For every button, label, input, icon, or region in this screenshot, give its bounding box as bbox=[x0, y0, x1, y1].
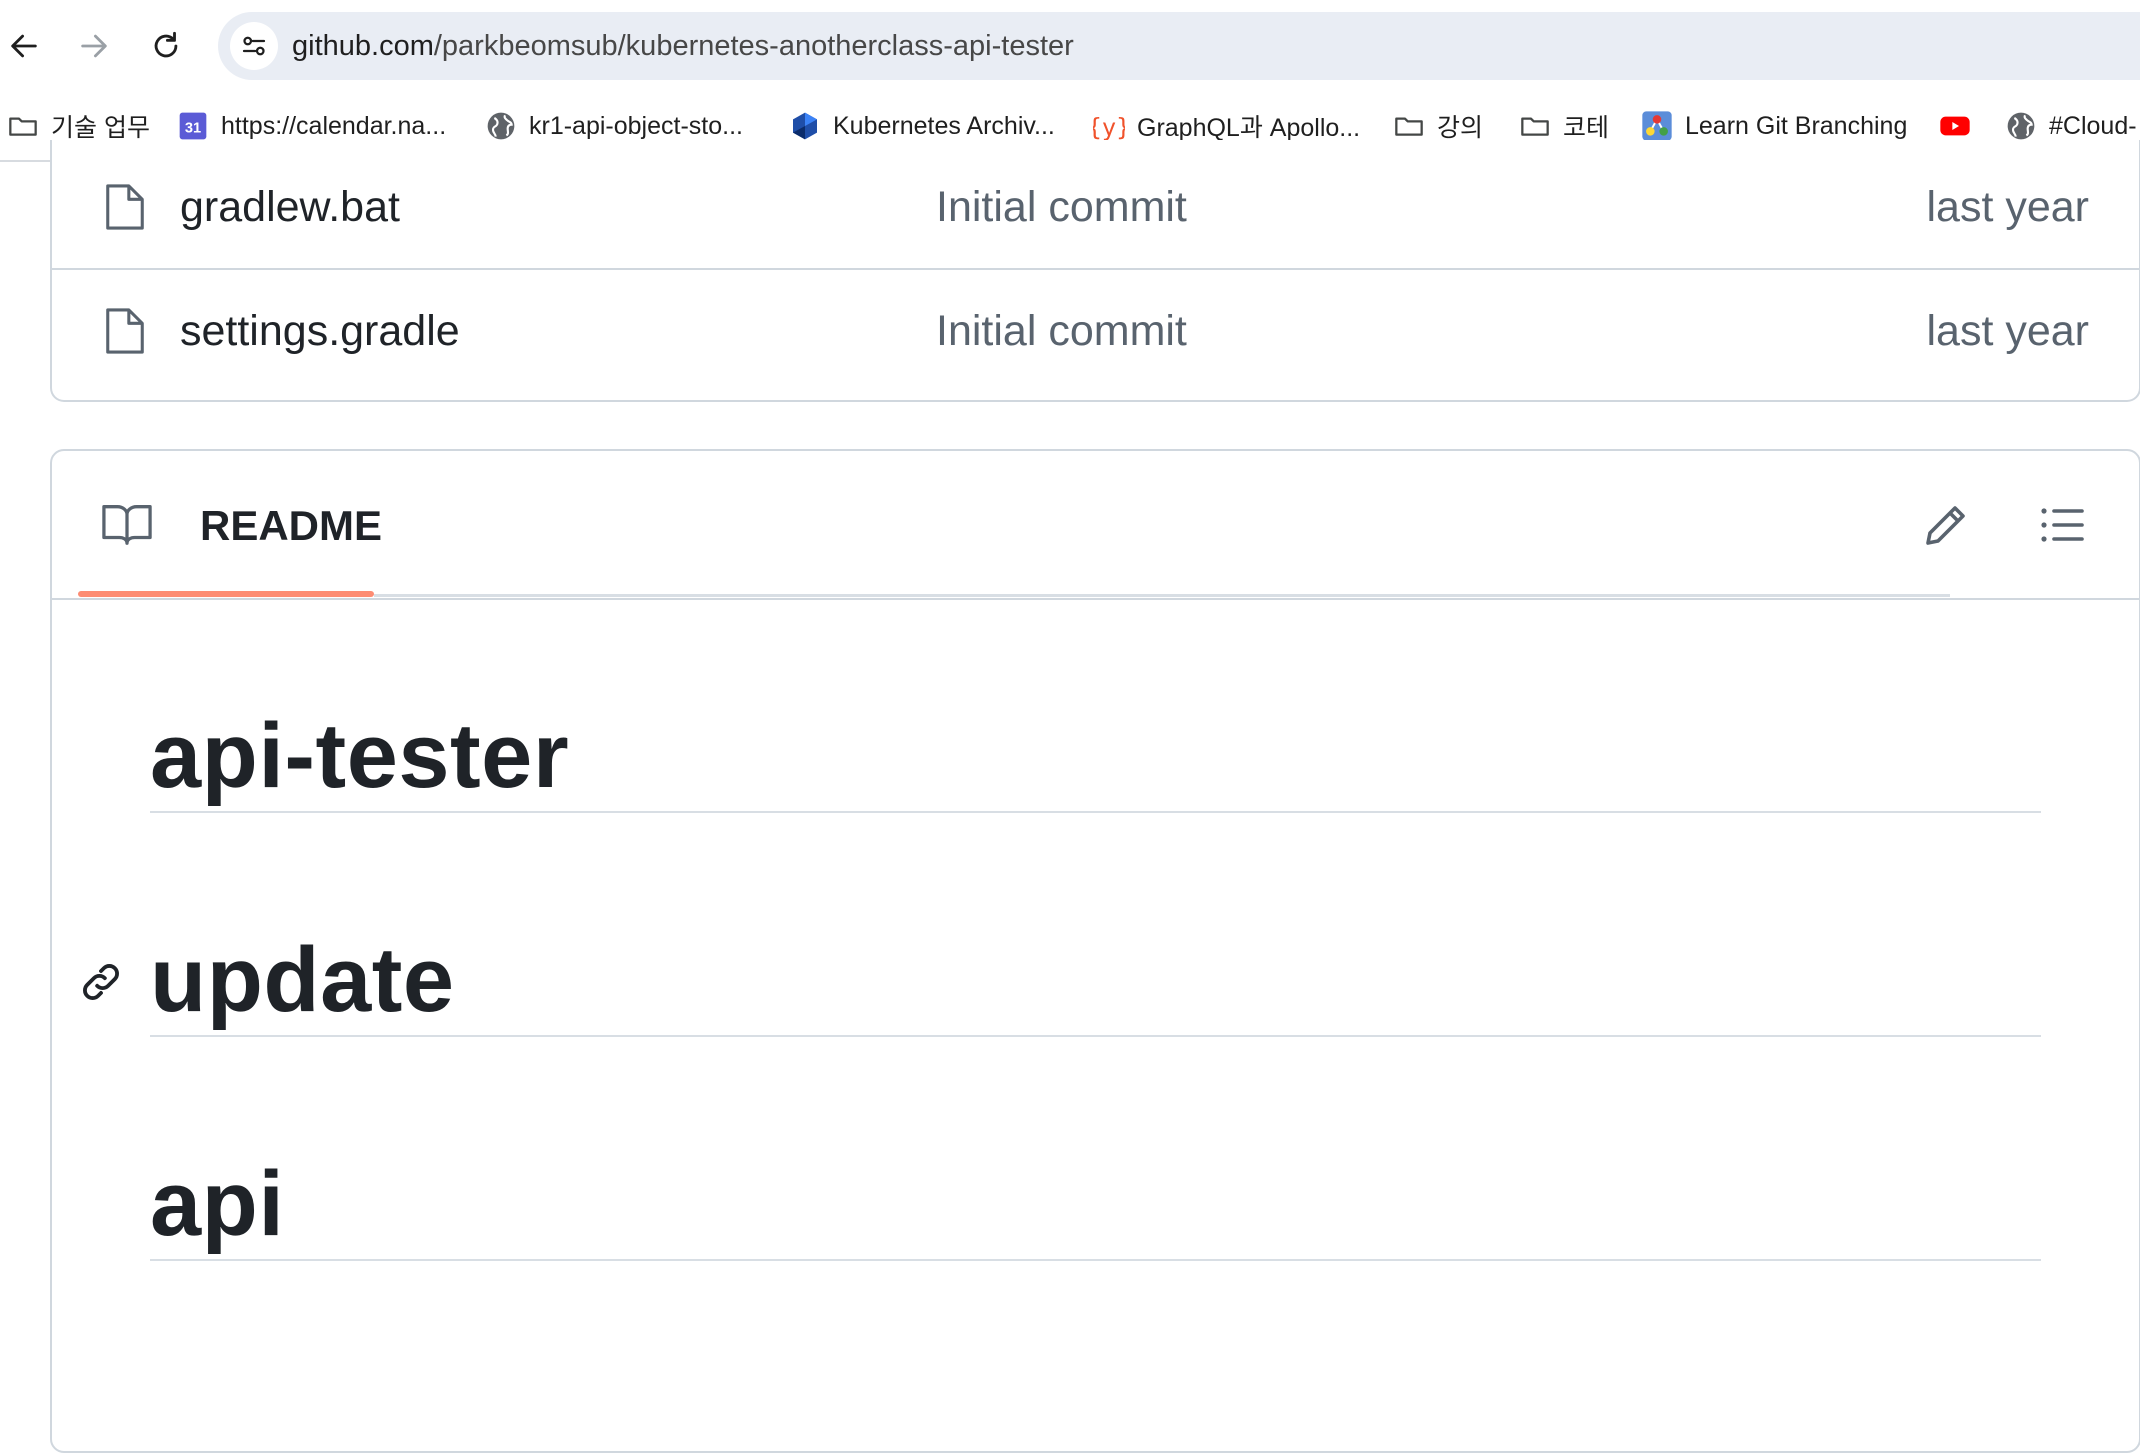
tab-label: README bbox=[200, 502, 383, 549]
readme-heading: api bbox=[150, 1149, 2041, 1261]
readme-panel: README api-tester update api bbox=[50, 449, 2140, 1453]
git-branching-icon bbox=[1640, 109, 1674, 143]
bookmark-label: Kubernetes Archiv... bbox=[833, 111, 1055, 140]
folder-icon bbox=[1518, 109, 1552, 143]
svg-text:{y}: {y} bbox=[1093, 113, 1125, 141]
bookmark-label: 강의 bbox=[1437, 114, 1484, 142]
readme-heading: update bbox=[83, 925, 2041, 1037]
calendar-icon: 31 bbox=[176, 109, 210, 143]
heading-text: api bbox=[150, 1153, 285, 1255]
back-button[interactable] bbox=[0, 22, 48, 70]
arrow-left-icon bbox=[11, 34, 37, 58]
url-text[interactable]: github.com/parkbeomsub/kubernetes-anothe… bbox=[292, 28, 1074, 64]
forward-button[interactable] bbox=[70, 22, 118, 70]
bookmark-label: #Cloud- bbox=[2049, 111, 2137, 140]
bookmark-label: https://calendar.na... bbox=[221, 111, 447, 140]
file-list: gradlew.bat Initial commit last year set… bbox=[50, 140, 2140, 402]
url-host: github.com bbox=[292, 30, 434, 62]
bookmark-label: 기술 업무 bbox=[51, 114, 150, 142]
file-name[interactable]: gradlew.bat bbox=[180, 182, 400, 232]
file-row[interactable]: gradlew.bat Initial commit last year bbox=[52, 146, 2139, 270]
graphql-icon: {y} bbox=[1092, 109, 1126, 143]
bookmark-label: kr1-api-object-sto... bbox=[529, 111, 743, 140]
reload-icon bbox=[154, 31, 178, 58]
url-path: /parkbeomsub/kubernetes-anotherclass-api… bbox=[433, 30, 1074, 62]
readme-header: README bbox=[52, 451, 2139, 600]
globe-icon bbox=[484, 109, 518, 143]
active-tab-indicator bbox=[78, 591, 374, 597]
tune-icon bbox=[242, 36, 266, 56]
heading-text: api-tester bbox=[150, 705, 570, 807]
browser-toolbar: github.com/parkbeomsub/kubernetes-anothe… bbox=[0, 0, 2140, 92]
file-icon bbox=[106, 308, 144, 354]
heading-anchor-link[interactable] bbox=[78, 959, 124, 1005]
youtube-icon bbox=[1938, 109, 1972, 143]
file-commit-message[interactable]: Initial commit bbox=[936, 182, 1187, 232]
tab-strip-divider bbox=[374, 594, 1950, 597]
file-commit-message[interactable]: Initial commit bbox=[936, 306, 1187, 356]
folder-icon bbox=[1392, 109, 1426, 143]
file-name[interactable]: settings.gradle bbox=[180, 306, 460, 356]
file-commit-time: last year bbox=[1926, 183, 2089, 231]
arrow-right-icon bbox=[81, 34, 107, 58]
link-icon bbox=[83, 964, 119, 1000]
folder-icon bbox=[6, 109, 40, 143]
pencil-icon bbox=[1926, 506, 1965, 545]
reload-button[interactable] bbox=[142, 22, 190, 70]
bookmark-label: Learn Git Branching bbox=[1685, 111, 1908, 140]
readme-heading: api-tester bbox=[150, 701, 2041, 813]
edit-readme-button[interactable] bbox=[1918, 497, 1974, 553]
file-commit-time: last year bbox=[1926, 307, 2089, 355]
address-bar[interactable]: github.com/parkbeomsub/kubernetes-anothe… bbox=[218, 12, 2140, 80]
bookmark-label: 코테 bbox=[1563, 114, 1610, 142]
tab-readme[interactable]: README bbox=[78, 451, 382, 596]
heading-text: update bbox=[150, 929, 455, 1031]
kubernetes-icon bbox=[788, 109, 822, 143]
globe-icon bbox=[2004, 109, 2038, 143]
outline-button[interactable] bbox=[2034, 497, 2090, 553]
file-row[interactable]: settings.gradle Initial commit last year bbox=[52, 270, 2139, 392]
bookmark-label: GraphQL과 Apollo... bbox=[1137, 114, 1361, 142]
calendar-icon-number: 31 bbox=[185, 121, 201, 137]
site-settings-button[interactable] bbox=[230, 22, 278, 70]
list-unordered-icon bbox=[2041, 508, 2084, 542]
book-icon bbox=[102, 505, 152, 545]
file-icon bbox=[106, 184, 144, 230]
